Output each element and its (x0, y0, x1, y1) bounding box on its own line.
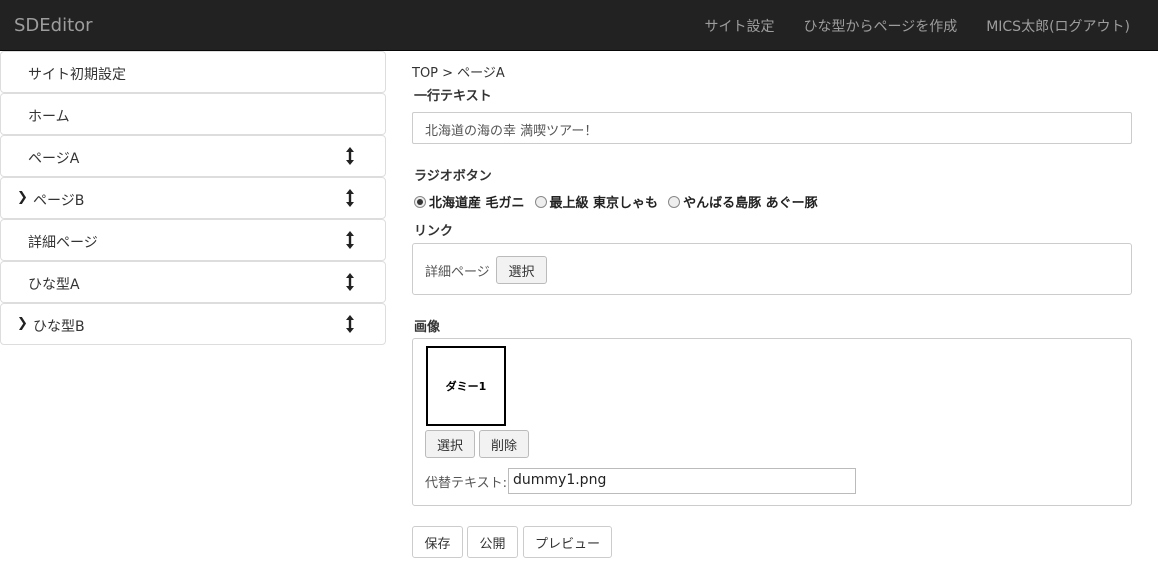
nav-user-logout[interactable]: MICS太郎(ログアウト) (986, 16, 1130, 36)
app-brand[interactable]: SDEditor (14, 15, 93, 36)
radio-option-3-label[interactable]: やんばる島豚 あぐー豚 (683, 192, 818, 211)
radio-option-1[interactable] (414, 195, 426, 208)
sidebar-item-label: ひな型A (28, 277, 80, 293)
image-select-button[interactable]: 選択 (425, 430, 475, 458)
nav-site-settings[interactable]: サイト設定 (704, 16, 774, 36)
radio-field-label: ラジオボタン (414, 169, 492, 184)
link-value: 詳細ページ (425, 265, 490, 280)
sidebar-item-site-init[interactable]: サイト初期設定 (0, 51, 386, 93)
nav-create-from-template[interactable]: ひな型からページを作成 (803, 16, 957, 36)
sidebar-item-label: ホーム (28, 109, 70, 125)
single-line-text-input[interactable]: 北海道の海の幸 満喫ツアー！ (412, 112, 1132, 144)
image-delete-button[interactable]: 削除 (479, 430, 529, 458)
move-vertical-icon[interactable] (344, 314, 356, 334)
radio-group: 北海道産 毛ガニ 最上級 東京しゃも やんばる島豚 あぐー豚 (412, 192, 826, 211)
alt-text-input[interactable]: dummy1.png (508, 468, 856, 494)
move-vertical-icon[interactable] (344, 272, 356, 292)
chevron-right-icon[interactable]: ❯ (17, 316, 28, 331)
sidebar-item-label: ひな型B (33, 319, 85, 335)
move-vertical-icon[interactable] (344, 146, 356, 166)
chevron-right-icon[interactable]: ❯ (17, 190, 28, 205)
text-field-label: 一行テキスト (414, 89, 492, 104)
radio-option-2[interactable] (534, 195, 547, 208)
sidebar-item-label: ページB (33, 193, 85, 209)
link-field-label: リンク (414, 224, 454, 239)
sidebar-item-label: ページA (28, 151, 80, 167)
radio-option-3[interactable] (668, 195, 681, 208)
sidebar: サイト初期設定 ホーム ページA ❯ ページB 詳細ページ ひな型A ❯ ひな型… (0, 51, 386, 345)
link-panel: 詳細ページ 選択 (412, 243, 1132, 295)
image-field-label: 画像 (414, 320, 441, 335)
sidebar-item-template-b[interactable]: ❯ ひな型B (0, 303, 386, 345)
sidebar-item-page-b[interactable]: ❯ ページB (0, 177, 386, 219)
top-navbar: SDEditor サイト設定 ひな型からページを作成 MICS太郎(ログアウト) (0, 0, 1158, 51)
link-select-button[interactable]: 選択 (496, 256, 547, 284)
move-vertical-icon[interactable] (344, 230, 356, 250)
image-panel: ダミー1 選択 削除 代替テキスト: dummy1.png (412, 338, 1132, 506)
breadcrumb: TOP > ページA (412, 66, 505, 81)
sidebar-item-detail-page[interactable]: 詳細ページ (0, 219, 386, 261)
nav-links: サイト設定 ひな型からページを作成 MICS太郎(ログアウト) (675, 0, 1130, 51)
publish-button[interactable]: 公開 (467, 526, 518, 558)
move-vertical-icon[interactable] (344, 188, 356, 208)
sidebar-item-template-a[interactable]: ひな型A (0, 261, 386, 303)
sidebar-item-page-a[interactable]: ページA (0, 135, 386, 177)
sidebar-item-label: サイト初期設定 (28, 67, 126, 83)
preview-button[interactable]: プレビュー (523, 526, 612, 558)
sidebar-item-label: 詳細ページ (28, 235, 98, 251)
alt-text-label: 代替テキスト: (425, 476, 507, 491)
sidebar-item-home[interactable]: ホーム (0, 93, 386, 135)
radio-option-2-label[interactable]: 最上級 東京しゃも (550, 192, 659, 211)
radio-option-1-label[interactable]: 北海道産 毛ガニ (429, 192, 525, 211)
save-button[interactable]: 保存 (412, 526, 463, 558)
image-thumbnail: ダミー1 (426, 346, 506, 426)
